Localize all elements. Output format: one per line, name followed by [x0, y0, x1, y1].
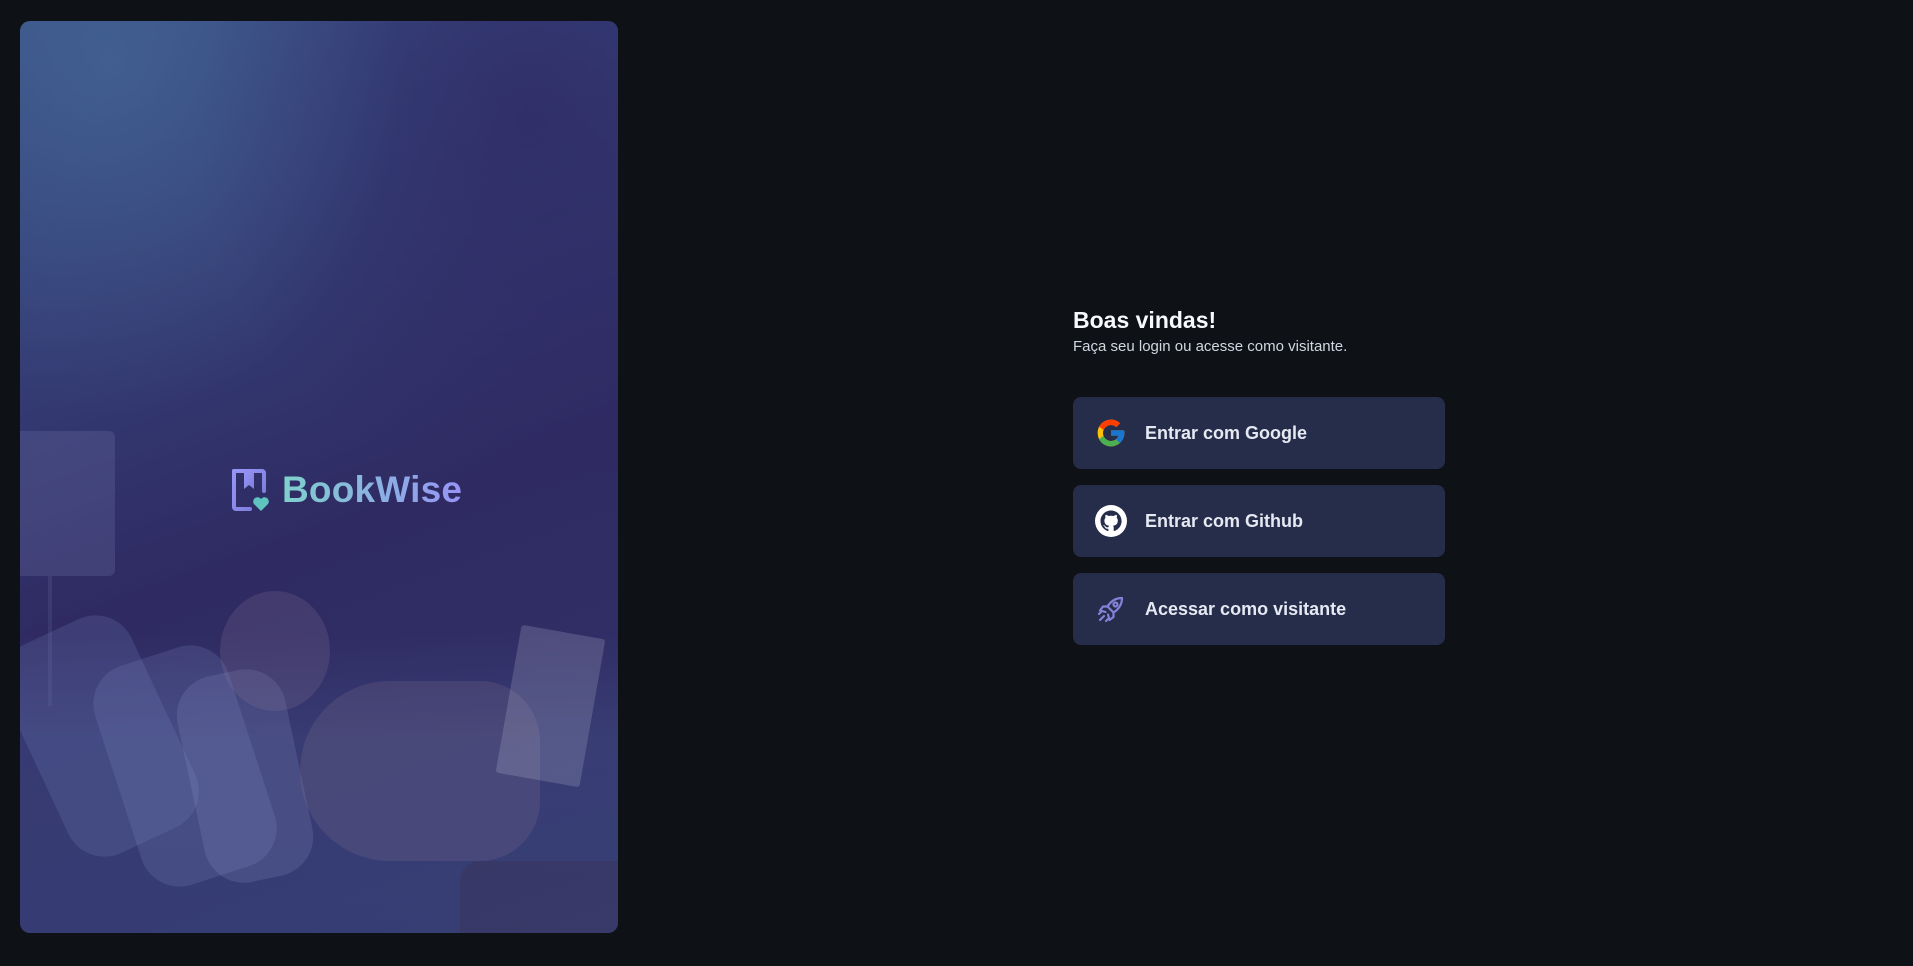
guest-access-label: Acessar como visitante — [1145, 598, 1347, 619]
page-subtitle: Faça seu login ou acesse como visitante. — [1073, 338, 1348, 355]
login-options: Entrar com Google Entrar com Github Aces… — [1073, 397, 1445, 645]
hero-panel: BookWise — [20, 21, 618, 933]
brand-name: BookWise — [282, 469, 463, 510]
reader-head — [220, 591, 330, 711]
rocket-icon — [1095, 593, 1127, 625]
github-login-button[interactable]: Entrar com Github — [1073, 485, 1445, 557]
google-login-button[interactable]: Entrar com Google — [1073, 397, 1445, 469]
login-page: BookWise Boas vindas! Faça seu login ou … — [0, 0, 1913, 966]
google-icon — [1095, 417, 1127, 449]
github-login-label: Entrar com Github — [1145, 510, 1304, 531]
bookmark-heart-icon — [232, 469, 269, 511]
page-title: Boas vindas! — [1073, 307, 1217, 333]
lamp-shade — [20, 431, 115, 576]
google-login-label: Entrar com Google — [1145, 422, 1308, 443]
guest-access-button[interactable]: Acessar como visitante — [1073, 573, 1445, 645]
login-panel: Boas vindas! Faça seu login ou acesse co… — [1073, 305, 1445, 645]
blanket — [460, 861, 618, 933]
brand-logo: BookWise — [230, 467, 462, 513]
github-icon — [1095, 505, 1127, 537]
